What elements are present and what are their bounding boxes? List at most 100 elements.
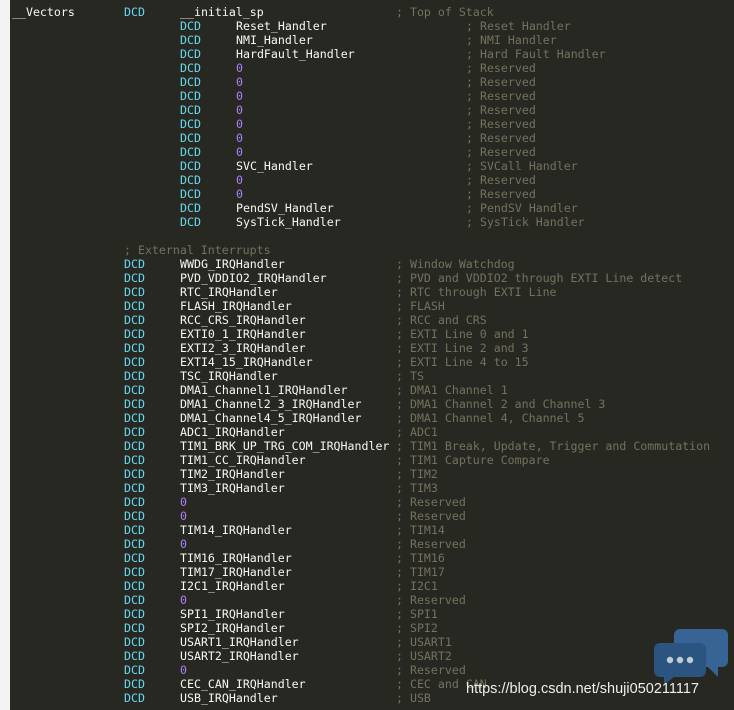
chat-bubble-icon	[654, 629, 728, 685]
code-number: 0	[180, 537, 187, 551]
code-line[interactable]: DCD 0 ; Reserved	[10, 663, 734, 677]
code-comment: ; Reserved	[466, 117, 536, 131]
code-number: 0	[236, 131, 243, 145]
code-line[interactable]: DCD 0 ; Reserved	[10, 173, 734, 187]
code-line[interactable]: DCD 0 ; Reserved	[10, 89, 734, 103]
code-symbol: SysTick_Handler	[236, 215, 341, 229]
code-directive: DCD	[124, 509, 145, 523]
code-line[interactable]: DCD RCC_CRS_IRQHandler ; RCC and CRS	[10, 313, 734, 327]
code-line[interactable]: DCD 0 ; Reserved	[10, 509, 734, 523]
code-directive: DCD	[180, 103, 201, 117]
code-symbol: TIM1_CC_IRQHandler	[180, 453, 306, 467]
code-line[interactable]: DCD 0 ; Reserved	[10, 593, 734, 607]
code-symbol: USART2_IRQHandler	[180, 649, 299, 663]
code-symbol: PVD_VDDIO2_IRQHandler	[180, 271, 327, 285]
code-comment: ; TIM14	[396, 523, 445, 537]
code-directive: DCD	[180, 117, 201, 131]
code-symbol: TIM3_IRQHandler	[180, 481, 285, 495]
code-line[interactable]: DCD USART2_IRQHandler ; USART2	[10, 649, 734, 663]
code-line[interactable]	[10, 229, 734, 243]
code-symbol: ADC1_IRQHandler	[180, 425, 285, 439]
code-line[interactable]: DCD I2C1_IRQHandler ; I2C1	[10, 579, 734, 593]
code-line[interactable]: DCD 0 ; Reserved	[10, 117, 734, 131]
code-directive: DCD	[124, 551, 145, 565]
code-comment: ; SVCall Handler	[466, 159, 578, 173]
code-directive: DCD	[180, 19, 201, 33]
code-line[interactable]: __Vectors DCD __initial_sp ; Top of Stack	[10, 5, 734, 19]
code-symbol: USART1_IRQHandler	[180, 635, 299, 649]
code-symbol: FLASH_IRQHandler	[180, 299, 292, 313]
code-line[interactable]: DCD SysTick_Handler ; SysTick Handler	[10, 215, 734, 229]
code-number: 0	[236, 145, 243, 159]
code-line[interactable]: DCD TIM3_IRQHandler ; TIM3	[10, 481, 734, 495]
code-directive: DCD	[124, 649, 145, 663]
code-symbol: EXTI4_15_IRQHandler	[180, 355, 313, 369]
code-symbol: EXTI2_3_IRQHandler	[180, 341, 306, 355]
code-editor[interactable]: __Vectors DCD __initial_sp; Top of Stack DC…	[10, 0, 734, 710]
code-directive: DCD	[124, 593, 145, 607]
watermark-text: https://blog.csdn.net/shuji050211117	[466, 681, 699, 697]
code-comment: ; Reserved	[466, 89, 536, 103]
code-line[interactable]: DCD 0 ; Reserved	[10, 61, 734, 75]
code-line[interactable]: DCD TIM16_IRQHandler ; TIM16	[10, 551, 734, 565]
code-line[interactable]: DCD 0 ; Reserved	[10, 187, 734, 201]
code-line[interactable]: ; External Interrupts	[10, 243, 734, 257]
code-line[interactable]: DCD 0 ; Reserved	[10, 145, 734, 159]
code-directive: DCD	[124, 285, 145, 299]
code-number: 0	[236, 117, 243, 131]
code-directive: DCD	[180, 89, 201, 103]
code-comment: ; SPI2	[396, 621, 438, 635]
code-directive: DCD	[124, 411, 145, 425]
code-comment: ; Reserved	[396, 537, 466, 551]
code-line[interactable]: DCD TIM2_IRQHandler ; TIM2	[10, 467, 734, 481]
code-directive: DCD	[124, 677, 145, 691]
code-comment: ; PVD and VDDIO2 through EXTI Line detec…	[396, 271, 683, 285]
code-line[interactable]: DCD TIM1_CC_IRQHandler ; TIM1 Capture Comp…	[10, 453, 734, 467]
code-comment: ; Top of Stack	[396, 5, 494, 19]
code-comment: ; TIM3	[396, 481, 438, 495]
code-line[interactable]: DCD TIM14_IRQHandler ; TIM14	[10, 523, 734, 537]
code-comment: ; Reserved	[466, 145, 536, 159]
code-line[interactable]: DCD USART1_IRQHandler ; USART1	[10, 635, 734, 649]
code-line[interactable]: DCD TSC_IRQHandler ; TS	[10, 369, 734, 383]
code-line[interactable]: DCD 0 ; Reserved	[10, 75, 734, 89]
code-symbol: Reset_Handler	[236, 19, 327, 33]
code-line[interactable]: DCD DMA1_Channel2_3_IRQHandler ; DMA1 Chan…	[10, 397, 734, 411]
code-line[interactable]: DCD HardFault_Handler ; Hard Fault Handler	[10, 47, 734, 61]
code-comment: ; DMA1 Channel 2 and Channel 3	[396, 397, 606, 411]
code-line[interactable]: DCD WWDG_IRQHandler ; Window Watchdog	[10, 257, 734, 271]
code-line[interactable]: DCD DMA1_Channel1_IRQHandler ; DMA1 Channe…	[10, 383, 734, 397]
code-line[interactable]: DCD 0 ; Reserved	[10, 103, 734, 117]
code-line[interactable]: DCD 0 ; Reserved	[10, 495, 734, 509]
code-line[interactable]: DCD FLASH_IRQHandler ; FLASH	[10, 299, 734, 313]
code-line[interactable]: DCD EXTI4_15_IRQHandler ; EXTI Line 4 to 1…	[10, 355, 734, 369]
code-comment: ; NMI Handler	[466, 33, 557, 47]
code-symbol: TIM1_BRK_UP_TRG_COM_IRQHandler	[180, 439, 390, 453]
code-line[interactable]: DCD 0 ; Reserved	[10, 131, 734, 145]
code-comment: ; ADC1	[396, 425, 438, 439]
code-line[interactable]: DCD TIM1_BRK_UP_TRG_COM_IRQHandler ; TIM1 …	[10, 439, 734, 453]
code-line[interactable]: DCD SPI1_IRQHandler ; SPI1	[10, 607, 734, 621]
code-area[interactable]: __Vectors DCD __initial_sp; Top of Stack DC…	[10, 5, 734, 705]
code-line[interactable]: DCD PVD_VDDIO2_IRQHandler ; PVD and VDDIO2…	[10, 271, 734, 285]
code-directive: DCD	[124, 607, 145, 621]
code-symbol: TIM14_IRQHandler	[180, 523, 292, 537]
code-line[interactable]: DCD ADC1_IRQHandler ; ADC1	[10, 425, 734, 439]
code-line[interactable]: DCD DMA1_Channel4_5_IRQHandler ; DMA1 Chan…	[10, 411, 734, 425]
code-line[interactable]: DCD PendSV_Handler ; PendSV Handler	[10, 201, 734, 215]
code-line[interactable]: DCD TIM17_IRQHandler ; TIM17	[10, 565, 734, 579]
code-comment: ; USART2	[396, 649, 452, 663]
code-line[interactable]: DCD NMI_Handler ; NMI Handler	[10, 33, 734, 47]
code-line[interactable]: DCD SVC_Handler ; SVCall Handler	[10, 159, 734, 173]
code-directive: DCD	[124, 565, 145, 579]
code-line[interactable]: DCD RTC_IRQHandler ; RTC through EXTI Line	[10, 285, 734, 299]
code-comment: ; Reserved	[396, 663, 466, 677]
code-directive: DCD	[124, 5, 145, 19]
code-line[interactable]: DCD SPI2_IRQHandler ; SPI2	[10, 621, 734, 635]
code-symbol: TSC_IRQHandler	[180, 369, 278, 383]
code-comment: ; FLASH	[396, 299, 445, 313]
code-line[interactable]: DCD Reset_Handler ; Reset Handler	[10, 19, 734, 33]
code-line[interactable]: DCD EXTI0_1_IRQHandler ; EXTI Line 0 and 1	[10, 327, 734, 341]
code-line[interactable]: DCD EXTI2_3_IRQHandler ; EXTI Line 2 and 3	[10, 341, 734, 355]
code-line[interactable]: DCD 0 ; Reserved	[10, 537, 734, 551]
